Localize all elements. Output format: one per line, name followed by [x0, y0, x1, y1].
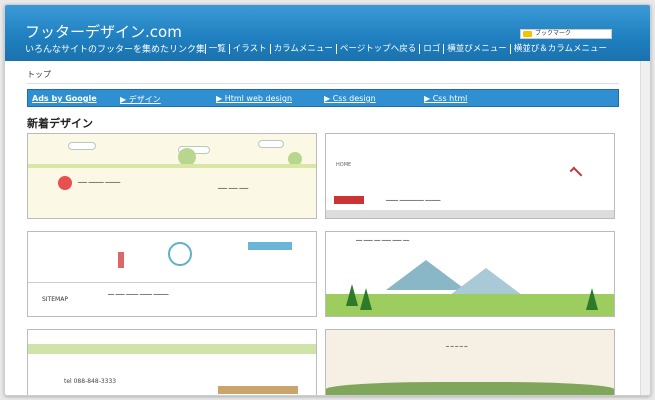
cloud-illustration [68, 142, 96, 150]
tree-illustration [346, 284, 358, 306]
footer-thumbnail-6[interactable]: ━ ━ ━ ━ ━ [325, 329, 615, 395]
banner-image [248, 242, 292, 250]
thumb-text: ━━━━ ━━━━━━━━ ━━━━━ [386, 198, 441, 204]
footer-thumbnail-4[interactable]: ━━ ━━━ ━━ ━━━ ━━━ ━━ [325, 231, 615, 317]
breadcrumb: トップ [27, 70, 51, 79]
thumb-text: ━━━ ━━━ ━━━ [218, 186, 249, 192]
contact-button-image [218, 386, 298, 394]
page-top-icon [569, 166, 583, 180]
tree-illustration [360, 288, 372, 310]
phone-text: tel 088-848-3333 [64, 378, 117, 385]
ground-strip [28, 164, 316, 168]
footer-thumbnail-2[interactable]: HOME ━━━━ ━━━━━━━━ ━━━━━ [325, 133, 615, 219]
thumb-text: ━━ ━━━ ━━━━ ━━━━ ━━━━━ [108, 292, 169, 298]
ad-link[interactable]: ▶ Css design [324, 94, 376, 103]
global-nav: 一覧 イラスト カラムメニュー ページトップへ戻る ロゴ 横並びメニュー 横並び… [204, 44, 610, 54]
footer-thumbnail-3[interactable]: SITEMAP ━━ ━━━ ━━━━ ━━━━ ━━━━━ [27, 231, 317, 317]
bookmark-label: ブックマーク [535, 30, 572, 37]
hill-illustration [326, 382, 614, 395]
copyright-strip [326, 210, 614, 218]
nav-item[interactable]: 横並び＆カラムメニュー [509, 44, 610, 54]
bookmark-icon [523, 31, 532, 37]
nav-item[interactable]: 横並びメニュー [443, 44, 510, 54]
ad-link[interactable]: ▶ Html web design [216, 94, 292, 103]
ad-link[interactable]: ▶ Css html [424, 94, 467, 103]
footer-thumbnail-5[interactable]: tel 088-848-3333 [27, 329, 317, 395]
nav-item[interactable]: ページトップへ戻る [335, 44, 419, 54]
nav-item[interactable]: 一覧 [204, 44, 229, 54]
thumb-text: ━━━ ━━━━━ ━━━━━ [78, 180, 121, 186]
logo-image [168, 242, 192, 266]
site-title[interactable]: フッターデザイン.com [25, 24, 182, 40]
ground-strip [28, 344, 316, 354]
ad-link[interactable]: ▶ デザイン [120, 94, 161, 105]
thumb-text: HOME [336, 162, 352, 168]
section-title: 新着デザイン [27, 117, 93, 130]
ad-link-bar: Ads by Google ▶ デザイン ▶ Html web design ▶… [27, 89, 619, 107]
logo-image [334, 196, 364, 204]
browser-page: フッターデザイン.com いろんなサイトのフッターを集めたリンク集 ブックマーク… [4, 4, 651, 396]
site-header: フッターデザイン.com いろんなサイトのフッターを集めたリンク集 ブックマーク… [5, 5, 650, 61]
tree-illustration [586, 288, 598, 310]
footer-thumbnail-1[interactable]: ━━━ ━━━━━ ━━━━━ ━━━ ━━━ ━━━ [27, 133, 317, 219]
cloud-illustration [258, 140, 284, 148]
divider [27, 83, 619, 84]
scrollbar[interactable] [640, 61, 650, 395]
nav-item[interactable]: カラムメニュー [269, 44, 336, 54]
logo-image [58, 176, 72, 190]
thumb-text: ━━ ━━━ ━━ ━━━ ━━━ ━━ [356, 238, 410, 244]
thumb-text: ━ ━ ━ ━ ━ [446, 344, 468, 350]
site-subtitle: いろんなサイトのフッターを集めたリンク集 [25, 45, 206, 55]
nav-item[interactable]: ロゴ [419, 44, 443, 54]
nav-item[interactable]: イラスト [228, 44, 270, 54]
sitemap-label: SITEMAP [42, 296, 68, 303]
bookmark-widget[interactable]: ブックマーク [520, 29, 612, 39]
divider [28, 282, 316, 283]
ads-by-google-link[interactable]: Ads by Google [32, 94, 97, 103]
illustration [118, 252, 124, 268]
